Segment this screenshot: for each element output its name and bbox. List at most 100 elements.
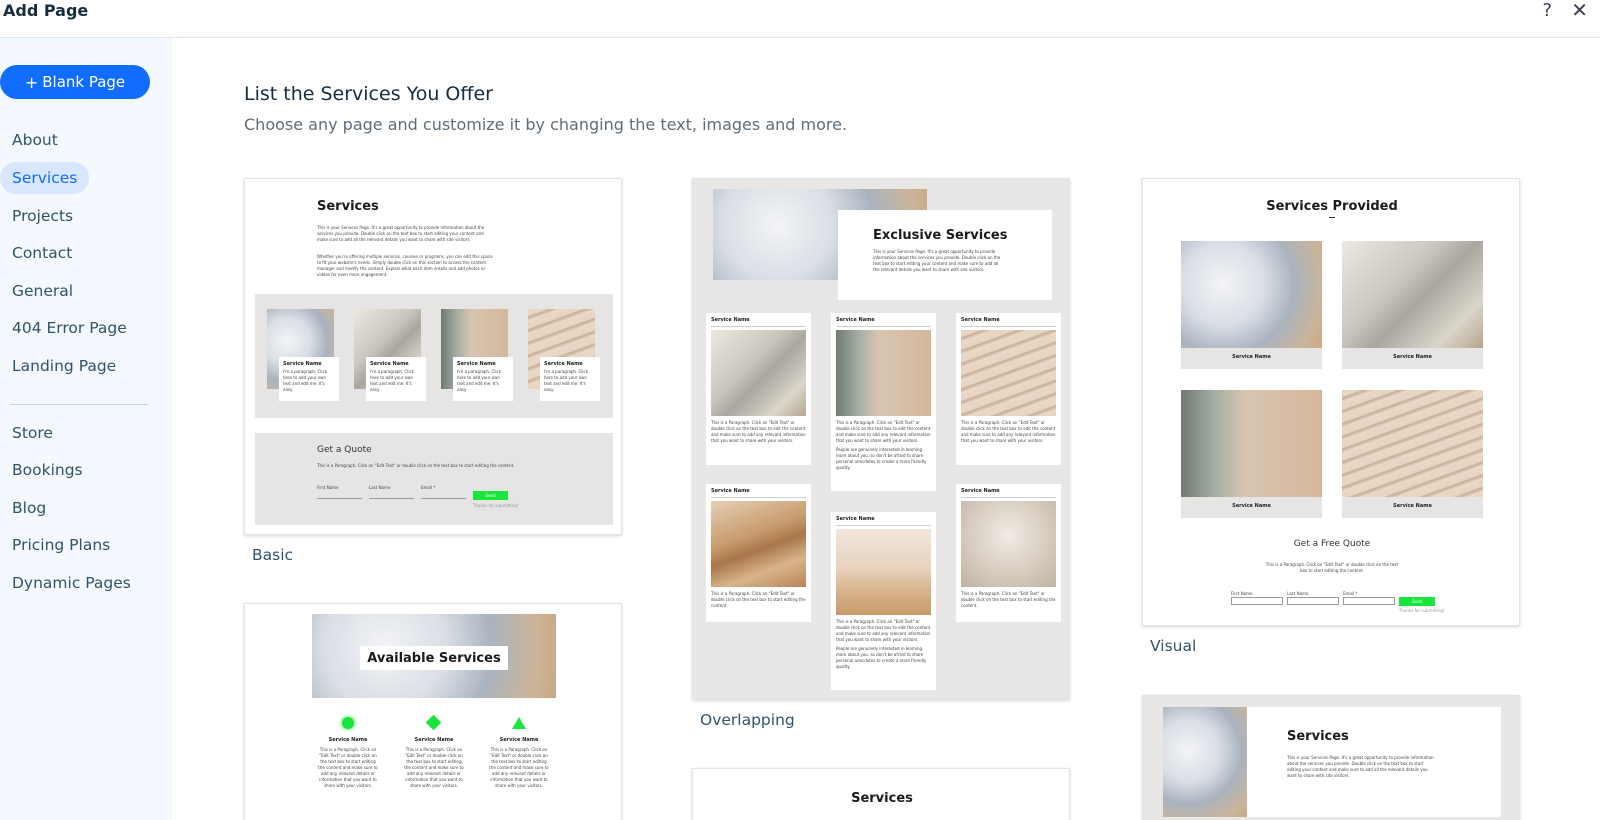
sidebar-item-contact[interactable]: Contact bbox=[0, 237, 84, 269]
service-text: This is a Paragraph. Click on "Edit Text… bbox=[404, 747, 464, 788]
page-subtitle: Choose any page and customize it by chan… bbox=[244, 115, 848, 134]
template-card-basic[interactable]: Services This is your Services Page. It'… bbox=[244, 178, 622, 535]
template-label-overlapping: Overlapping bbox=[700, 711, 795, 729]
service-card: Service Name This is a Paragraph. Click … bbox=[706, 313, 811, 465]
service-text: I'm a paragraph. Click here to add your … bbox=[283, 369, 328, 392]
service-text: This is a Paragraph. Click on "Edit Text… bbox=[489, 747, 549, 788]
sidebar-item-landing-page[interactable]: Landing Page bbox=[0, 350, 128, 382]
template-card-services-centered[interactable]: Services bbox=[692, 768, 1070, 820]
template-title: Services bbox=[317, 199, 379, 214]
sidebar-item-projects[interactable]: Projects bbox=[0, 200, 85, 232]
template-title: Services bbox=[851, 791, 913, 806]
service-text-2: People are genuinely interested in learn… bbox=[836, 447, 927, 470]
diamond-icon bbox=[425, 714, 442, 731]
service-name: Service Name bbox=[1393, 503, 1432, 509]
service-box: Service Name I'm a paragraph. Click here… bbox=[453, 357, 513, 401]
quote-title: Get a Free Quote bbox=[1293, 539, 1371, 549]
divider bbox=[711, 326, 806, 327]
page-title: List the Services You Offer bbox=[244, 83, 493, 105]
services-strip: Service Name I'm a paragraph. Click here… bbox=[255, 294, 613, 418]
service-item: Service Name This is a Paragraph. Click … bbox=[404, 737, 464, 789]
service-name: Service Name bbox=[370, 361, 409, 367]
first-name-field: First Name bbox=[1231, 591, 1283, 605]
template-card-overlapping[interactable]: Exclusive Services This is your Services… bbox=[692, 178, 1070, 700]
close-icon[interactable]: ✕ bbox=[1571, 0, 1588, 22]
template-card-services-side-image[interactable]: Services This is your Services Page. It'… bbox=[1142, 695, 1520, 820]
field-box bbox=[1343, 597, 1395, 605]
field-underline bbox=[421, 491, 466, 499]
template-title: Exclusive Services bbox=[873, 228, 1008, 243]
template-title: Services bbox=[1287, 729, 1349, 744]
sidebar-item-about[interactable]: About bbox=[0, 124, 70, 156]
service-name: Service Name bbox=[544, 361, 583, 367]
sidebar-item-blog[interactable]: Blog bbox=[0, 492, 58, 524]
service-image bbox=[836, 529, 931, 615]
service-tile: Service Name bbox=[1342, 241, 1483, 369]
thanks-text: Thanks for submitting! bbox=[473, 503, 519, 508]
sidebar-item-dynamic-pages[interactable]: Dynamic Pages bbox=[0, 567, 143, 599]
service-image bbox=[1342, 390, 1483, 497]
hero-box: Available Services bbox=[360, 646, 508, 670]
service-text: This is a Paragraph. Click on "Edit Text… bbox=[961, 420, 1056, 443]
sidebar-item-store[interactable]: Store bbox=[0, 417, 65, 449]
title-underline bbox=[1329, 217, 1335, 218]
service-name: Service Name bbox=[711, 317, 750, 323]
help-icon[interactable]: ? bbox=[1542, 0, 1552, 21]
divider bbox=[961, 326, 1056, 327]
send-button: Send bbox=[473, 491, 508, 500]
service-tile: Service Name bbox=[1181, 390, 1322, 518]
template-intro: This is your Services Page. It's a great… bbox=[1287, 755, 1434, 778]
service-name: Service Name bbox=[961, 488, 1000, 494]
service-name: Service Name bbox=[836, 516, 875, 522]
quote-section: Get a Quote This is a Paragraph. Click o… bbox=[255, 433, 613, 525]
send-button: Send bbox=[1399, 597, 1435, 606]
service-image bbox=[836, 330, 931, 416]
service-image bbox=[961, 501, 1056, 587]
service-text: This is a Paragraph. Click on "Edit Text… bbox=[836, 420, 931, 443]
service-name: Service Name bbox=[836, 317, 875, 323]
sidebar-item-general[interactable]: General bbox=[0, 275, 85, 307]
divider bbox=[836, 326, 931, 327]
divider bbox=[711, 497, 806, 498]
service-text-2: People are genuinely interested in learn… bbox=[836, 646, 927, 669]
template-title: Services Provided bbox=[1266, 199, 1398, 214]
last-name-field: Last Name bbox=[1287, 591, 1339, 605]
plus-icon: + bbox=[24, 72, 39, 92]
last-name-field: Last Name bbox=[369, 485, 414, 499]
service-text: I'm a paragraph. Click here to add your … bbox=[544, 369, 589, 392]
sidebar: + Blank Page About Services Projects Con… bbox=[0, 38, 172, 820]
template-card-available-services[interactable]: Available Services Service Name This is … bbox=[244, 603, 622, 820]
divider bbox=[961, 497, 1056, 498]
sidebar-item-bookings[interactable]: Bookings bbox=[0, 454, 95, 486]
sidebar-item-404-error-page[interactable]: 404 Error Page bbox=[0, 312, 139, 344]
quote-text: This is a Paragraph. Click on "Edit Text… bbox=[317, 463, 515, 468]
quote-text: This is a Paragraph. Click on "Edit Text… bbox=[1265, 562, 1399, 573]
blank-page-button[interactable]: + Blank Page bbox=[0, 65, 150, 99]
divider bbox=[836, 525, 931, 526]
dialog-title: Add Page bbox=[3, 1, 89, 20]
service-tile: Service Name bbox=[1181, 241, 1322, 369]
sidebar-item-services[interactable]: Services bbox=[0, 162, 90, 194]
sidebar-divider bbox=[10, 404, 148, 405]
service-name: Service Name bbox=[457, 361, 496, 367]
service-name: Service Name bbox=[961, 317, 1000, 323]
service-card: Service Name This is a Paragraph. Click … bbox=[956, 313, 1061, 465]
template-label-basic: Basic bbox=[252, 546, 294, 564]
service-name: Service Name bbox=[1232, 354, 1271, 360]
service-text: I'm a paragraph. Click here to add your … bbox=[457, 369, 502, 392]
template-title: Available Services bbox=[367, 650, 501, 666]
blank-page-label: Blank Page bbox=[42, 73, 126, 91]
template-card-visual[interactable]: Services Provided Service Name Service N… bbox=[1142, 178, 1520, 626]
service-card: Service Name This is a Paragraph. Click … bbox=[956, 484, 1061, 622]
service-text: This is a Paragraph. Click on "Edit Text… bbox=[961, 591, 1056, 608]
dialog-header: Add Page ? ✕ bbox=[0, 0, 1600, 38]
service-card: Service Name This is a Paragraph. Click … bbox=[706, 484, 811, 622]
service-card: Service Name This is a Paragraph. Click … bbox=[831, 313, 936, 491]
quote-title: Get a Quote bbox=[317, 445, 372, 455]
service-image bbox=[1342, 241, 1483, 348]
email-field: Email * bbox=[421, 485, 466, 499]
service-image bbox=[1181, 241, 1322, 348]
sidebar-item-pricing-plans[interactable]: Pricing Plans bbox=[0, 529, 122, 561]
field-underline bbox=[369, 491, 414, 499]
template-label-visual: Visual bbox=[1150, 637, 1197, 655]
